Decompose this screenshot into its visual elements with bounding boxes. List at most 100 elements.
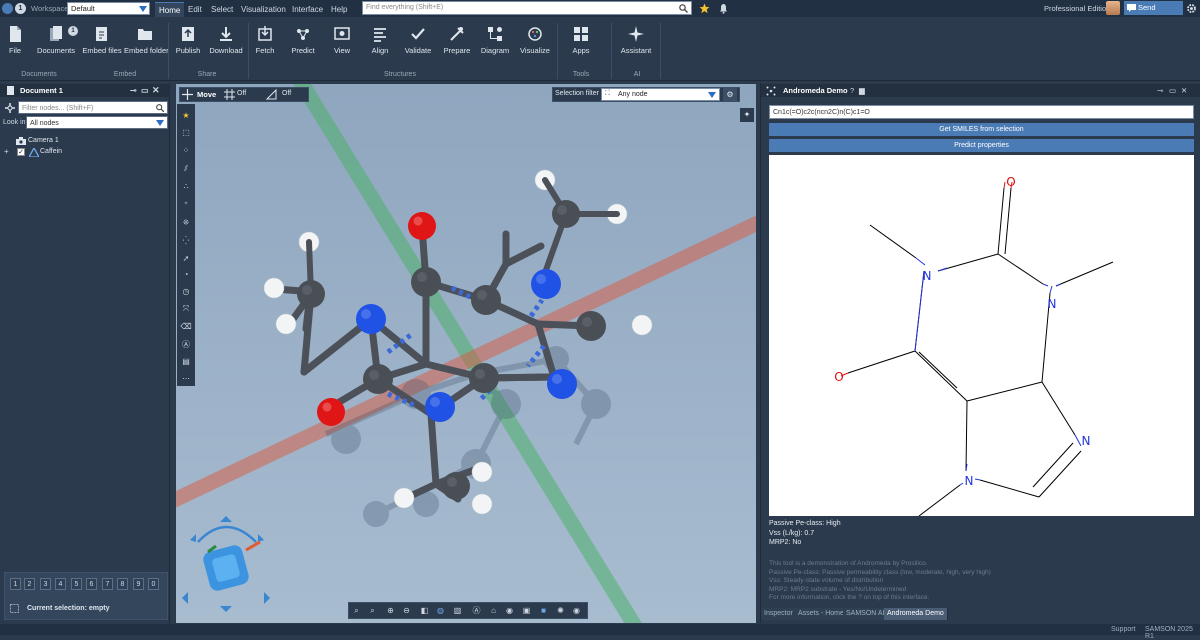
select-nodes-icon[interactable]: ⁘ — [179, 144, 193, 158]
assistant-button[interactable]: Assistant — [615, 25, 657, 65]
apps-button[interactable]: Apps — [560, 25, 602, 65]
tab-interface[interactable]: Interface — [288, 2, 327, 17]
selection-slot-0[interactable]: 0 — [148, 578, 159, 590]
lasso-icon[interactable]: ⫽ — [179, 162, 193, 176]
lookin-select[interactable]: All nodes — [26, 116, 168, 129]
send-feedback-button[interactable]: Send feedback — [1124, 1, 1183, 26]
search-input[interactable]: Find everything (Shift+E) — [362, 1, 692, 15]
add-node-icon[interactable] — [4, 102, 16, 114]
eraser-icon[interactable]: ⌫ — [179, 320, 193, 334]
capture-icon[interactable]: ▣ — [520, 604, 533, 617]
selection-slot-9[interactable]: 9 — [133, 578, 144, 590]
help-icon[interactable]: ? — [850, 84, 854, 97]
pin-icon[interactable]: ⊸ — [1157, 84, 1163, 97]
more-tools-icon[interactable]: ⋯ — [179, 372, 193, 386]
visibility-eye-icon[interactable]: ◉ — [570, 604, 583, 617]
view-button[interactable]: View — [321, 25, 363, 65]
zoom-in-icon[interactable]: ⊕ — [384, 604, 397, 617]
selection-filter-select[interactable]: ⛶ Any node — [601, 88, 720, 101]
render-icon[interactable]: ◉ — [503, 604, 516, 617]
file-button[interactable]: File — [0, 25, 36, 65]
tab-samson-ai[interactable]: SAMSON AI — [843, 608, 889, 620]
tab-edit[interactable]: Edit — [184, 2, 206, 17]
rotate-tool-icon[interactable]: ◔ — [179, 268, 193, 282]
settings-gear-icon[interactable] — [1186, 3, 1197, 14]
tab-andromeda-demo[interactable]: Andromeda Demo — [884, 608, 948, 620]
app-logo-icon[interactable] — [2, 3, 13, 14]
tab-inspector[interactable]: Inspector — [761, 608, 797, 620]
close-icon[interactable]: ✕ — [1181, 84, 1187, 97]
save-icon[interactable]: ▆ — [859, 84, 865, 97]
tree-item-camera[interactable]: Camera 1 — [16, 136, 166, 147]
get-smiles-button[interactable]: Get SMILES from selection — [769, 123, 1194, 136]
bond-tool-icon[interactable]: ∴ — [179, 180, 193, 194]
search-icon[interactable] — [156, 104, 164, 112]
close-icon[interactable]: ✕ — [152, 84, 160, 97]
tab-help[interactable]: Help — [327, 2, 351, 17]
selection-slot-8[interactable]: 8 — [117, 578, 128, 590]
notification-bell-icon[interactable] — [719, 3, 728, 14]
snap-icon[interactable] — [266, 89, 277, 100]
search-icon[interactable] — [679, 4, 688, 13]
globe-icon[interactable]: ◍ — [434, 604, 447, 617]
text-icon[interactable]: Ⓐ — [470, 604, 483, 617]
add-atom-icon[interactable]: ⁺ — [179, 198, 193, 212]
filter-nodes-input[interactable]: Filter nodes... (Shift+F) — [18, 101, 168, 114]
snap-value[interactable]: Off — [282, 90, 291, 97]
visibility-checkbox[interactable]: ✓ — [17, 148, 25, 156]
ruler-icon[interactable]: ▤ — [179, 355, 193, 369]
embed-folder-button[interactable]: Embed folder — [124, 25, 169, 65]
pointer-tool-icon[interactable]: ➚ — [179, 252, 193, 266]
workspace-select[interactable]: Default — [67, 2, 150, 15]
grid-icon[interactable] — [224, 89, 235, 100]
viewport[interactable]: Move Off Off Selection filter ⛶ Any node… — [176, 84, 756, 623]
select-rect-icon[interactable]: ⬚ — [179, 126, 193, 140]
selection-slot-5[interactable]: 5 — [71, 578, 82, 590]
background-icon[interactable]: ■ — [537, 604, 550, 617]
add-ring-icon[interactable]: ⁜ — [179, 216, 193, 230]
tree-item-caffein[interactable]: + ✓ Caffein — [4, 147, 164, 158]
predict-button[interactable]: Predict — [282, 25, 324, 65]
move-mode-label[interactable]: Move — [197, 90, 216, 99]
torsion-tool-icon[interactable]: ⤧ — [179, 302, 193, 316]
favorites-star-icon[interactable]: ★ — [179, 109, 193, 123]
diagram-button[interactable]: Diagram — [474, 25, 516, 65]
measure-tool-icon[interactable]: ◷ — [179, 285, 193, 299]
selection-slot-3[interactable]: 3 — [40, 578, 51, 590]
side-view-icon[interactable]: ▧ — [451, 604, 464, 617]
embed-files-button[interactable]: Embed files — [81, 25, 123, 65]
pin-icon[interactable]: ⊸ — [130, 84, 137, 97]
selection-slot-7[interactable]: 7 — [102, 578, 113, 590]
visualize-button[interactable]: Visualize — [514, 25, 556, 65]
zoom-selection-icon[interactable]: ⌕ — [366, 604, 379, 617]
prepare-button[interactable]: Prepare — [436, 25, 478, 65]
tab-home[interactable]: Home — [155, 2, 185, 17]
add-chain-icon[interactable]: ⁛ — [179, 234, 193, 248]
expand-icon[interactable]: + — [4, 147, 9, 156]
float-icon[interactable]: ▭ — [1169, 84, 1176, 97]
navigation-cube[interactable] — [176, 512, 276, 622]
selection-slot-6[interactable]: 6 — [86, 578, 97, 590]
selection-slot-1[interactable]: 1 — [10, 578, 21, 590]
tab-select[interactable]: Select — [207, 2, 237, 17]
favorites-star-icon[interactable] — [699, 3, 710, 14]
selection-slot-4[interactable]: 4 — [55, 578, 66, 590]
front-view-icon[interactable]: ◧ — [418, 604, 431, 617]
text-label-icon[interactable]: Ⓐ — [179, 338, 193, 352]
selection-filter-options-button[interactable]: ⚙ — [723, 88, 737, 101]
predict-properties-button[interactable]: Predict properties — [769, 139, 1194, 152]
viewport-options-button[interactable]: ✦ — [740, 108, 754, 122]
avatar[interactable] — [1106, 1, 1120, 15]
selection-slot-2[interactable]: 2 — [24, 578, 35, 590]
float-icon[interactable]: ▭ — [141, 84, 149, 97]
support-link[interactable]: Support — [1111, 626, 1136, 633]
align-button[interactable]: Align — [359, 25, 401, 65]
grid-value[interactable]: Off — [237, 90, 246, 97]
zoom-out-icon[interactable]: ⊖ — [400, 604, 413, 617]
effects-icon[interactable]: ✺ — [554, 604, 567, 617]
fetch-button[interactable]: Fetch — [244, 25, 286, 65]
zoom-fit-icon[interactable]: ⌕ — [350, 604, 363, 617]
validate-button[interactable]: Validate — [397, 25, 439, 65]
download-button[interactable]: Download — [205, 25, 247, 65]
smiles-input[interactable]: Cn1c(=O)c2c(ncn2C)n(C)c1=O — [769, 105, 1194, 119]
